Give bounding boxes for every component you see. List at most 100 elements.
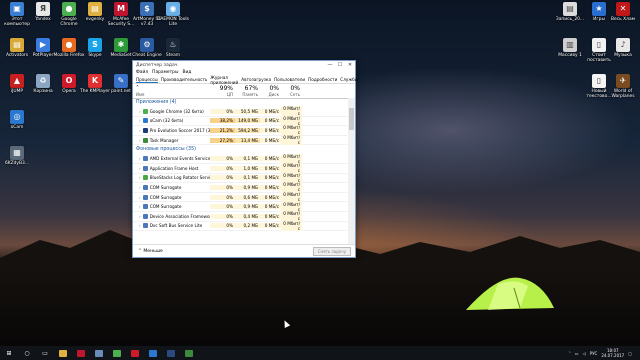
expand-chevron-icon[interactable]: › xyxy=(139,195,141,200)
app-process-row[interactable]: › Pro Evolution Soccer 2017 (32 б...21,2%… xyxy=(133,125,347,136)
tab-app-history[interactable]: Журнал приложений xyxy=(210,75,238,85)
scrollbar-thumb[interactable] xyxy=(349,108,354,130)
desktop-icon-ocam[interactable]: ◎ oCam xyxy=(0,110,34,130)
steam-taskbar-button[interactable] xyxy=(90,346,108,360)
ocam-taskbar-button[interactable] xyxy=(144,346,162,360)
app-process-row[interactable]: › oCam (32 бита) 38,2% 149,0 МБ 0 МБ/с 0 Мбит… xyxy=(133,115,347,127)
process-name: Dvc Soft Bus Service Lite xyxy=(149,223,203,229)
task-view-button[interactable]: ▭ xyxy=(36,346,54,360)
background-process-row[interactable]: › Dvc Soft Bus Service Lite 0% 0,2 МБ 0 МБ/с… xyxy=(133,220,347,232)
process-memory: 0,6 МБ xyxy=(235,194,260,200)
background-process-row[interactable]: › AMD External Events Service M...0%0,1 М… xyxy=(133,153,347,164)
expand-chevron-icon[interactable]: › xyxy=(139,214,141,219)
start-button[interactable]: ⊞ xyxy=(0,346,18,360)
game-taskbar-button[interactable] xyxy=(162,346,180,360)
process-disk: 0 МБ/с xyxy=(260,137,281,143)
desktop-icon-trash-x[interactable]: ✕ Весь Хлам xyxy=(606,2,640,22)
process-name: Application Frame Host xyxy=(149,165,199,171)
game-taskbar-icon xyxy=(167,349,175,357)
user-folder-icon: ▤ xyxy=(88,2,102,16)
mcafee-icon: M xyxy=(114,2,128,16)
app-process-row[interactable]: › Task Manager 27,2% 13,4 МБ 0 МБ/с 0 Мбит/с xyxy=(133,135,347,146)
column-disk[interactable]: 0% Диск xyxy=(260,84,281,98)
menu-options[interactable]: Параметры xyxy=(152,70,178,75)
expand-chevron-icon[interactable]: › xyxy=(139,128,141,133)
task-manager-window: Диспетчер задач — ☐ ✕ Файл Параметры Вид… xyxy=(132,60,358,258)
close-button[interactable]: ✕ xyxy=(345,62,355,68)
maximize-button[interactable]: ☐ xyxy=(335,62,345,68)
mcafee-taskbar-button[interactable] xyxy=(72,346,90,360)
process-name: Pro Evolution Soccer 2017 (32 б... xyxy=(149,127,210,133)
desktop-icon-daemon-tools[interactable]: ◉ DAEMON Tools Lite xyxy=(156,2,190,27)
menu-file[interactable]: Файл xyxy=(136,70,148,75)
expand-chevron-icon[interactable]: › xyxy=(139,138,141,143)
trash-x-icon: ✕ xyxy=(616,2,630,16)
expand-chevron-icon[interactable]: › xyxy=(139,118,141,123)
tab-details[interactable]: Подробности xyxy=(308,77,337,82)
opera-taskbar-button[interactable] xyxy=(126,346,144,360)
chrome-taskbar-button[interactable] xyxy=(108,346,126,360)
expand-chevron-icon[interactable]: › xyxy=(139,166,141,171)
expand-chevron-icon[interactable]: › xyxy=(139,204,141,209)
computer-icon: ▣ xyxy=(10,2,24,16)
column-cpu[interactable]: 99% ЦП xyxy=(210,84,235,98)
task-manager-taskbar-button[interactable] xyxy=(180,346,198,360)
process-name: Device Association Framework ... xyxy=(149,213,210,219)
desktop-icon-document[interactable]: ▯ Стоит поставить xyxy=(582,38,616,63)
background-process-row[interactable]: › COM Surrogate 0% 0,6 МБ 0 МБ/с 0 Мбит/с xyxy=(133,192,347,203)
process-memory: 0,1 МБ xyxy=(235,175,260,181)
tab-processes[interactable]: Процессы xyxy=(136,77,158,83)
notification-chevron-icon[interactable]: ˄ xyxy=(569,351,571,356)
column-network[interactable]: 0% Сеть xyxy=(281,84,302,98)
fewer-details-button[interactable]: ⌃ Меньше xyxy=(133,249,163,254)
document-icon: ▯ xyxy=(592,38,606,52)
process-cpu: 0% xyxy=(210,175,235,181)
column-memory[interactable]: 67% Память xyxy=(235,84,260,98)
minimize-button[interactable]: — xyxy=(325,62,335,68)
process-memory: 149,0 МБ xyxy=(235,118,260,124)
background-process-row[interactable]: › COM Surrogate 0% 0,9 МБ 0 МБ/с 0 Мбит/с xyxy=(133,201,347,212)
expand-chevron-icon[interactable]: › xyxy=(139,109,141,114)
action-center-icon[interactable]: ▢ xyxy=(628,351,632,356)
tab-users[interactable]: Пользователи xyxy=(274,77,305,82)
end-task-button[interactable]: Снять задачу xyxy=(312,246,351,256)
expand-chevron-icon[interactable]: › xyxy=(139,175,141,180)
language-indicator[interactable]: РУС xyxy=(590,351,598,356)
background-process-row[interactable]: › COM Surrogate 0% 0,9 МБ 0 МБ/с 0 Мбит/с xyxy=(133,182,347,193)
background-process-row[interactable]: › BlueStacks Log Rotator Service (...0%0,… xyxy=(133,172,347,184)
title-bar[interactable]: Диспетчер задач — ☐ ✕ xyxy=(133,61,355,69)
desktop-icon-image-file[interactable]: ▦ 6KZdyB3... xyxy=(0,146,34,166)
desktop-icon-label: World of Warplanes xyxy=(611,89,635,99)
expand-chevron-icon[interactable]: › xyxy=(139,185,141,190)
expand-chevron-icon[interactable]: › xyxy=(139,223,141,228)
mcafee-taskbar-icon xyxy=(77,349,85,357)
network-icon[interactable]: ▭ xyxy=(575,351,579,356)
tab-startup[interactable]: Автозагрузка xyxy=(241,77,271,82)
desktop-icon-steam[interactable]: ♨ Steam xyxy=(156,38,190,58)
expand-chevron-icon[interactable]: › xyxy=(139,156,141,161)
app-process-row[interactable]: › Google Chrome (32 бита) 0% 50,5 МБ 0 МБ/с 0… xyxy=(133,106,347,117)
desktop-icon-warplanes[interactable]: ✈ World of Warplanes xyxy=(606,74,640,99)
process-cpu: 0% xyxy=(210,165,235,171)
search-button[interactable]: ○ xyxy=(18,346,36,360)
recycle-bin-icon: ♻ xyxy=(36,74,50,88)
tab-services[interactable]: Службы xyxy=(340,77,358,82)
firefox-icon: ● xyxy=(62,38,76,52)
column-name[interactable]: ˄ Имя xyxy=(133,84,210,98)
process-network: 0 Мбит/с xyxy=(281,153,302,164)
process-cpu: 0% xyxy=(210,184,235,190)
process-icon xyxy=(142,108,148,114)
scrollbar[interactable] xyxy=(348,98,355,245)
clock[interactable]: 18:07 24.07.2017 xyxy=(601,348,624,358)
window-title: Диспетчер задач xyxy=(136,62,178,68)
tab-performance[interactable]: Производительность xyxy=(161,77,208,82)
start-icon: ⊞ xyxy=(6,349,12,357)
volume-icon[interactable]: ◁ xyxy=(583,351,586,356)
chrome-taskbar-icon xyxy=(113,349,121,357)
file-explorer-button[interactable] xyxy=(54,346,72,360)
process-disk: 0 МБ/с xyxy=(260,165,281,171)
background-process-row[interactable]: › Application Frame Host 0% 1,0 МБ 0 МБ/с 0 М… xyxy=(133,163,347,174)
process-network: 0 Мбит/с xyxy=(281,125,302,136)
background-process-row[interactable]: › Device Association Framework ...0%0,4 М… xyxy=(133,211,347,222)
menu-view[interactable]: Вид xyxy=(182,70,191,75)
